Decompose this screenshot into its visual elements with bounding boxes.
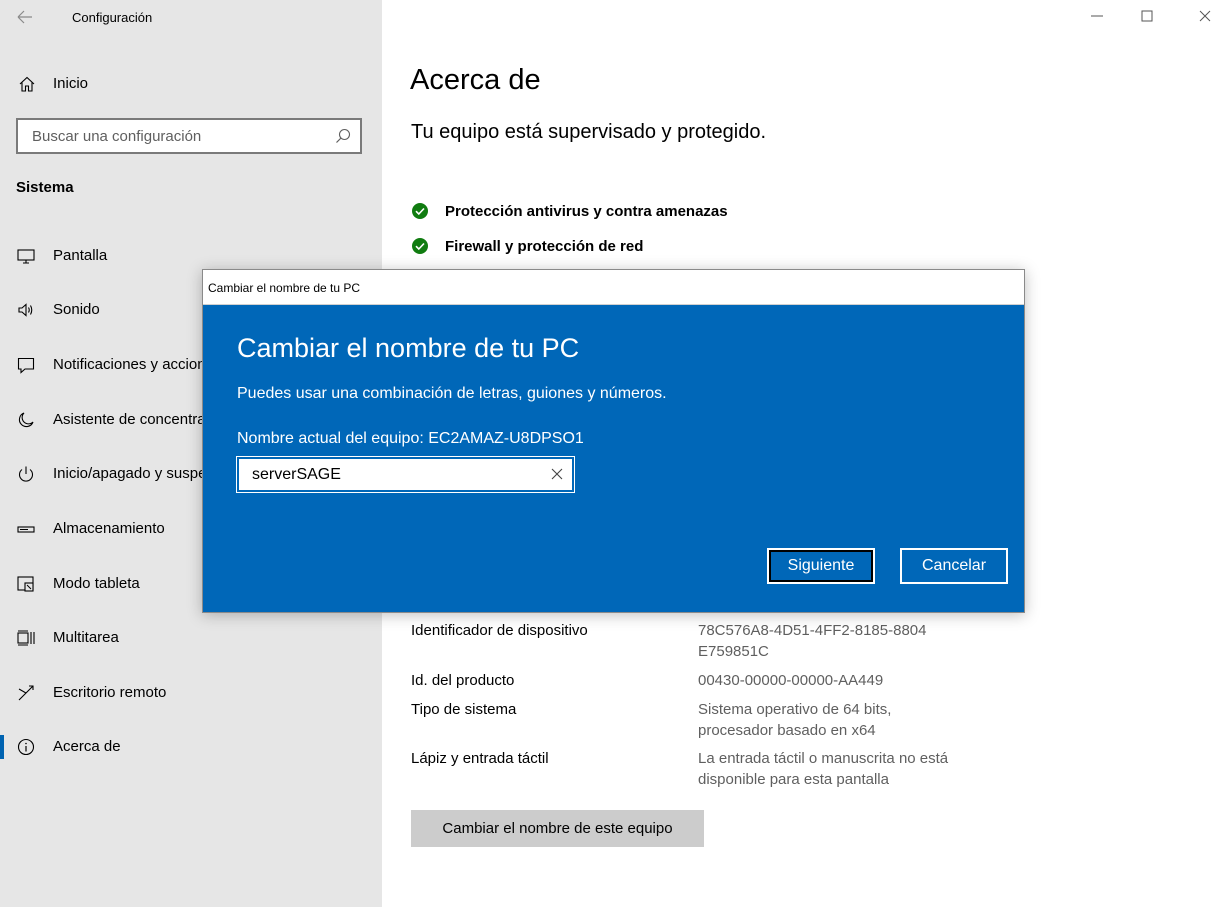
back-arrow-icon[interactable] (14, 6, 36, 28)
pc-name-field[interactable] (236, 456, 575, 493)
check-circle-icon (411, 202, 429, 220)
clear-icon[interactable] (550, 467, 564, 481)
window-controls (1077, 0, 1227, 34)
spec-value-system-type: Sistema operativo de 64 bits, procesador… (698, 701, 892, 739)
protection-heading: Tu equipo está supervisado y protegido. (411, 121, 767, 143)
dialog-description: Puedes usar una combinación de letras, g… (237, 385, 667, 402)
spec-label-pen-touch: Lápiz y entrada táctil (411, 750, 549, 767)
sidebar-item-acerca-de[interactable]: Acerca de (0, 727, 382, 767)
maximize-icon[interactable] (1137, 6, 1157, 26)
dialog-window-title: Cambiar el nombre de tu PC (208, 281, 361, 295)
sidebar-item-label: Modo tableta (53, 575, 140, 592)
next-button[interactable]: Siguiente (767, 548, 875, 584)
sidebar-item-label: Almacenamiento (53, 520, 165, 537)
spec-value-product-id: 00430-00000-00000-AA449 (698, 672, 884, 689)
dialog-title-bar: Cambiar el nombre de tu PC (203, 270, 1024, 305)
spec-label-system-type: Tipo de sistema (411, 701, 517, 718)
app-title: Configuración (72, 10, 153, 25)
spec-value-pen-touch: La entrada táctil o manuscrita no está d… (698, 750, 949, 788)
info-icon (16, 737, 36, 757)
home-icon (18, 75, 36, 93)
sidebar-item-label: Multitarea (53, 629, 119, 646)
current-pc-name: Nombre actual del equipo: EC2AMAZ-U8DPSO… (237, 430, 584, 447)
pc-name-input[interactable] (239, 459, 539, 490)
search-input[interactable] (18, 120, 318, 152)
sidebar-item-label: Notificaciones y acciones (53, 356, 222, 373)
speaker-icon (16, 300, 36, 320)
rename-pc-button[interactable]: Cambiar el nombre de este equipo (411, 810, 704, 847)
spec-value-device-id: 78C576A8-4D51-4FF2-8185-8804 E759851C (698, 622, 927, 660)
tablet-icon (16, 574, 36, 594)
sidebar-item-label: Pantalla (53, 247, 108, 264)
sidebar-item-home[interactable]: Inicio (0, 66, 382, 102)
spec-label-product-id: Id. del producto (411, 672, 515, 689)
search-box[interactable] (16, 118, 362, 154)
status-label: Firewall y protección de red (445, 238, 644, 255)
notification-icon (16, 355, 36, 375)
check-circle-icon (411, 237, 429, 255)
title-bar: Configuración (0, 0, 382, 36)
spec-label-device-id: Identificador de dispositivo (411, 622, 588, 639)
cancel-button[interactable]: Cancelar (899, 547, 1009, 585)
sidebar-item-label: Inicio (53, 75, 89, 92)
status-label: Protección antivirus y contra amenazas (445, 203, 728, 220)
monitor-icon (16, 246, 36, 266)
sidebar-item-label: Escritorio remoto (53, 684, 167, 701)
storage-icon (16, 519, 36, 539)
close-icon[interactable] (1195, 6, 1215, 26)
remote-desktop-icon (16, 683, 36, 703)
section-title: Sistema (16, 179, 74, 196)
power-icon (16, 464, 36, 484)
sidebar-item-label: Sonido (53, 301, 100, 318)
sidebar-item-label: Acerca de (53, 738, 121, 755)
page-title: Acerca de (410, 64, 541, 96)
sidebar-item-escritorio-remoto[interactable]: Escritorio remoto (0, 673, 382, 713)
minimize-icon[interactable] (1087, 6, 1107, 26)
sidebar-item-multitarea[interactable]: Multitarea (0, 618, 382, 658)
dialog-heading: Cambiar el nombre de tu PC (237, 333, 580, 363)
search-icon[interactable] (334, 127, 352, 145)
multitask-icon (16, 628, 36, 648)
moon-icon (16, 410, 36, 430)
rename-dialog: Cambiar el nombre de tu PC Cambiar el no… (202, 269, 1025, 613)
